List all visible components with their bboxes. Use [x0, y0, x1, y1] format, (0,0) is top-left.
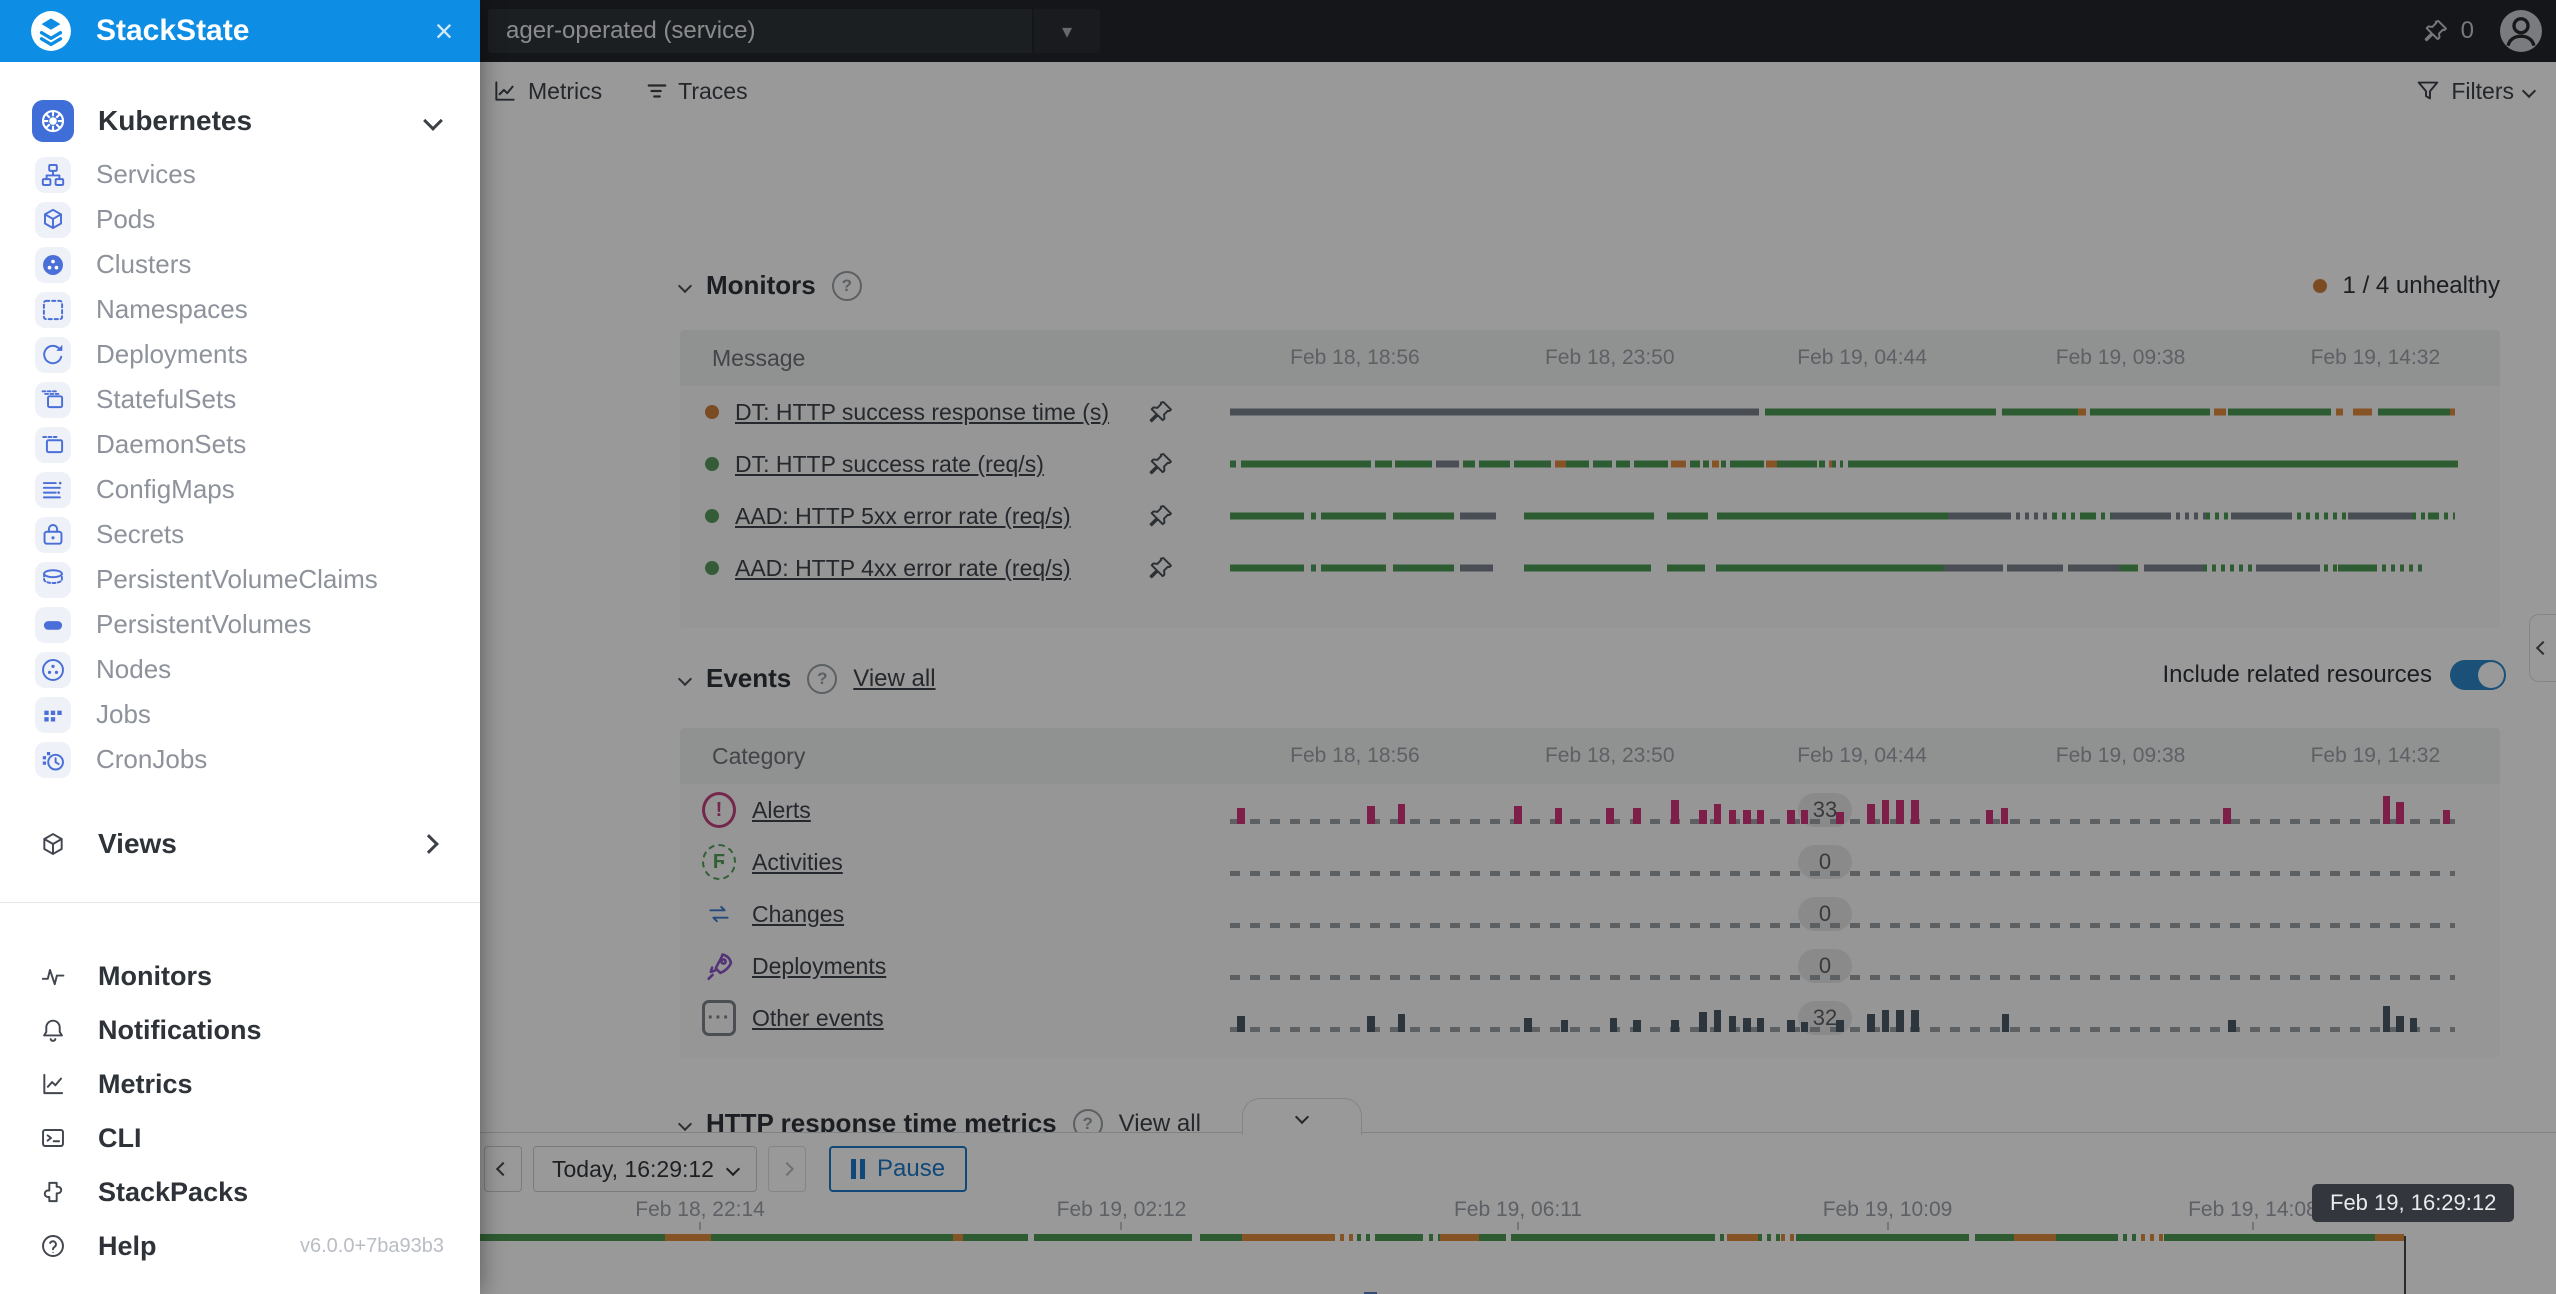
monitors-icon [33, 956, 73, 996]
divider [0, 902, 480, 903]
chevron-down-icon [423, 111, 443, 131]
nodes-icon [35, 652, 71, 688]
app-version: v6.0.0+7ba93b3 [300, 1235, 444, 1258]
help-icon [33, 1226, 73, 1266]
notifications-icon [33, 1010, 73, 1050]
drawer-item-secrets[interactable]: Secrets [0, 512, 480, 557]
drawer-item-cli[interactable]: CLI [0, 1111, 480, 1165]
drawer-item-kubernetes[interactable]: Kubernetes [0, 90, 480, 152]
drawer-item-monitors[interactable]: Monitors [0, 949, 480, 1003]
drawer-item-namespaces[interactable]: Namespaces [0, 287, 480, 332]
persistentvolumes-icon [35, 607, 71, 643]
drawer-item-configmaps[interactable]: ConfigMaps [0, 467, 480, 512]
drawer-item-services[interactable]: Services [0, 152, 480, 197]
services-icon [35, 157, 71, 193]
stackstate-logo-icon [30, 10, 72, 52]
secrets-icon [35, 517, 71, 553]
daemonsets-icon [35, 427, 71, 463]
deployments-icon [35, 337, 71, 373]
drawer-item-daemonsets[interactable]: DaemonSets [0, 422, 480, 467]
views-icon [32, 823, 74, 865]
drawer-item-deployments[interactable]: Deployments [0, 332, 480, 377]
kubernetes-icon [32, 100, 74, 142]
timeline-cursor-tooltip: Feb 19, 16:29:12 [2312, 1184, 2514, 1222]
stackpacks-icon [33, 1172, 73, 1212]
drawer-item-pods[interactable]: Pods [0, 197, 480, 242]
drawer-item-statefulsets[interactable]: StatefulSets [0, 377, 480, 422]
drawer-item-notifications[interactable]: Notifications [0, 1003, 480, 1057]
drawer-item-persistentvolumes[interactable]: PersistentVolumes [0, 602, 480, 647]
drawer-item-cronjobs[interactable]: CronJobs [0, 737, 480, 782]
drawer-item-nodes[interactable]: Nodes [0, 647, 480, 692]
metrics-icon [33, 1064, 73, 1104]
close-icon[interactable]: × [424, 11, 464, 51]
drawer-item-metrics[interactable]: Metrics [0, 1057, 480, 1111]
drawer-item-clusters[interactable]: Clusters [0, 242, 480, 287]
app: ager-operated (service) ▾ 0 Metrics Trac… [0, 0, 2556, 1294]
statefulsets-icon [35, 382, 71, 418]
persistentvolumeclaims-icon [35, 562, 71, 598]
drawer-header: StackState × [0, 0, 480, 62]
clusters-icon [35, 247, 71, 283]
brand-name: StackState [96, 14, 424, 48]
cli-icon [33, 1118, 73, 1158]
chevron-right-icon [419, 834, 439, 854]
drawer-item-help[interactable]: Helpv6.0.0+7ba93b3 [0, 1219, 480, 1273]
cronjobs-icon [35, 742, 71, 778]
drawer-item-persistentvolumeclaims[interactable]: PersistentVolumeClaims [0, 557, 480, 602]
drawer-item-stackpacks[interactable]: StackPacks [0, 1165, 480, 1219]
pods-icon [35, 202, 71, 238]
drawer-item-jobs[interactable]: Jobs [0, 692, 480, 737]
configmaps-icon [35, 472, 71, 508]
namespaces-icon [35, 292, 71, 328]
navigation-drawer: StackState × Kubernetes ServicesPodsClus… [0, 0, 480, 1294]
jobs-icon [35, 697, 71, 733]
drawer-item-views[interactable]: Views [0, 812, 480, 876]
